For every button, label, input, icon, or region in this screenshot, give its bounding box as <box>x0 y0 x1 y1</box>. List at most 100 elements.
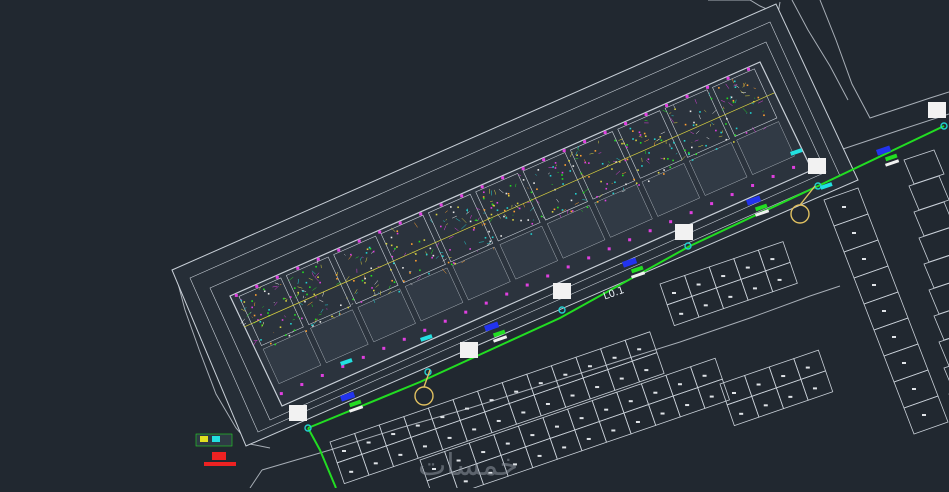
plot-number-mark <box>872 284 876 286</box>
plot-number-mark <box>892 336 896 338</box>
plan-mark <box>648 158 650 160</box>
plan-mark <box>637 169 639 171</box>
plot-number-mark <box>398 454 402 456</box>
plan-mark <box>763 114 765 116</box>
plan-mark <box>648 152 650 154</box>
survey-point <box>419 212 422 215</box>
plot-number-mark <box>764 404 768 406</box>
plan-mark <box>734 134 736 136</box>
plan-mark <box>255 294 257 296</box>
plan-mark <box>419 241 421 243</box>
plan-mark <box>433 255 435 257</box>
survey-point <box>690 211 693 214</box>
plan-mark <box>260 339 262 341</box>
plan-mark <box>457 206 459 208</box>
plan-mark <box>270 343 272 345</box>
plan-mark <box>520 220 522 222</box>
plot-number-mark <box>587 438 591 440</box>
plan-mark <box>621 143 623 145</box>
survey-point <box>649 229 652 232</box>
plan-mark <box>561 174 563 176</box>
plan-mark <box>663 173 665 175</box>
plan-mark <box>630 128 632 130</box>
plot-number-mark <box>391 433 395 435</box>
plan-mark <box>517 203 519 205</box>
plan-mark <box>366 252 368 254</box>
plan-mark <box>661 140 663 142</box>
plan-mark <box>693 124 695 126</box>
plan-mark <box>470 221 472 223</box>
plan-mark <box>489 241 491 243</box>
plan-mark <box>531 192 533 194</box>
plan-mark <box>313 294 315 296</box>
plan-mark <box>531 223 533 225</box>
plan-mark <box>696 124 698 126</box>
plot-lot <box>660 276 692 305</box>
plan-mark <box>596 196 598 198</box>
plan-mark <box>685 124 687 126</box>
plot-number-mark <box>721 275 725 277</box>
plot-lot <box>551 357 583 386</box>
plot-lot <box>766 262 798 291</box>
plan-mark <box>523 179 525 181</box>
plot-number-mark <box>922 414 926 416</box>
plan-mark <box>426 254 428 256</box>
plot-number-mark <box>604 409 608 411</box>
plot-number-mark <box>562 446 566 448</box>
plan-mark <box>362 280 364 282</box>
plot-number-mark <box>546 403 550 405</box>
plot-lot <box>794 350 826 379</box>
plan-mark <box>419 269 421 271</box>
plan-mark <box>268 293 270 295</box>
survey-point <box>485 302 488 305</box>
plan-mark <box>428 273 430 275</box>
plot-number-mark <box>637 348 641 350</box>
plan-mark <box>635 140 637 142</box>
plan-mark <box>442 255 444 257</box>
plan-mark <box>690 111 692 113</box>
cad-viewport[interactable]: L0.1 خمسات <box>0 0 949 488</box>
plan-mark <box>411 243 413 245</box>
plot-number-mark <box>629 400 633 402</box>
plan-mark <box>584 162 586 164</box>
plan-mark <box>394 248 396 250</box>
plan-mark <box>562 209 564 211</box>
plan-mark <box>625 183 627 185</box>
plan-mark <box>289 335 291 337</box>
survey-point <box>378 231 381 234</box>
plan-mark <box>512 219 514 221</box>
plot-lot <box>776 379 808 408</box>
plot-number-mark <box>644 369 648 371</box>
plan-mark <box>734 81 736 83</box>
plan-mark <box>371 287 373 289</box>
plot-number-mark <box>571 395 575 397</box>
plan-mark <box>639 132 641 134</box>
survey-point <box>505 293 508 296</box>
plan-mark <box>398 291 400 293</box>
survey-point <box>464 311 467 314</box>
plan-mark <box>336 278 338 280</box>
plan-mark <box>736 128 738 130</box>
plan-mark <box>315 319 317 321</box>
plan-mark <box>555 167 557 169</box>
plot-lot <box>453 391 485 420</box>
plan-mark <box>718 87 720 89</box>
plan-mark <box>294 329 296 331</box>
plot-number-mark <box>902 362 906 364</box>
cad-drawing[interactable] <box>0 0 949 488</box>
plan-mark <box>391 237 393 239</box>
plan-mark <box>492 203 494 205</box>
plan-mark <box>695 153 697 155</box>
plot-number-mark <box>472 428 476 430</box>
plan-mark <box>568 160 570 162</box>
plan-mark <box>658 172 660 174</box>
plan-mark <box>572 210 574 212</box>
plan-mark <box>562 183 564 185</box>
plan-mark <box>263 289 265 291</box>
plot-lot <box>745 367 777 396</box>
survey-point <box>501 176 504 179</box>
plot-number-mark <box>521 411 525 413</box>
plan-mark <box>623 143 625 145</box>
plan-mark <box>735 86 737 88</box>
plan-mark <box>492 236 494 238</box>
